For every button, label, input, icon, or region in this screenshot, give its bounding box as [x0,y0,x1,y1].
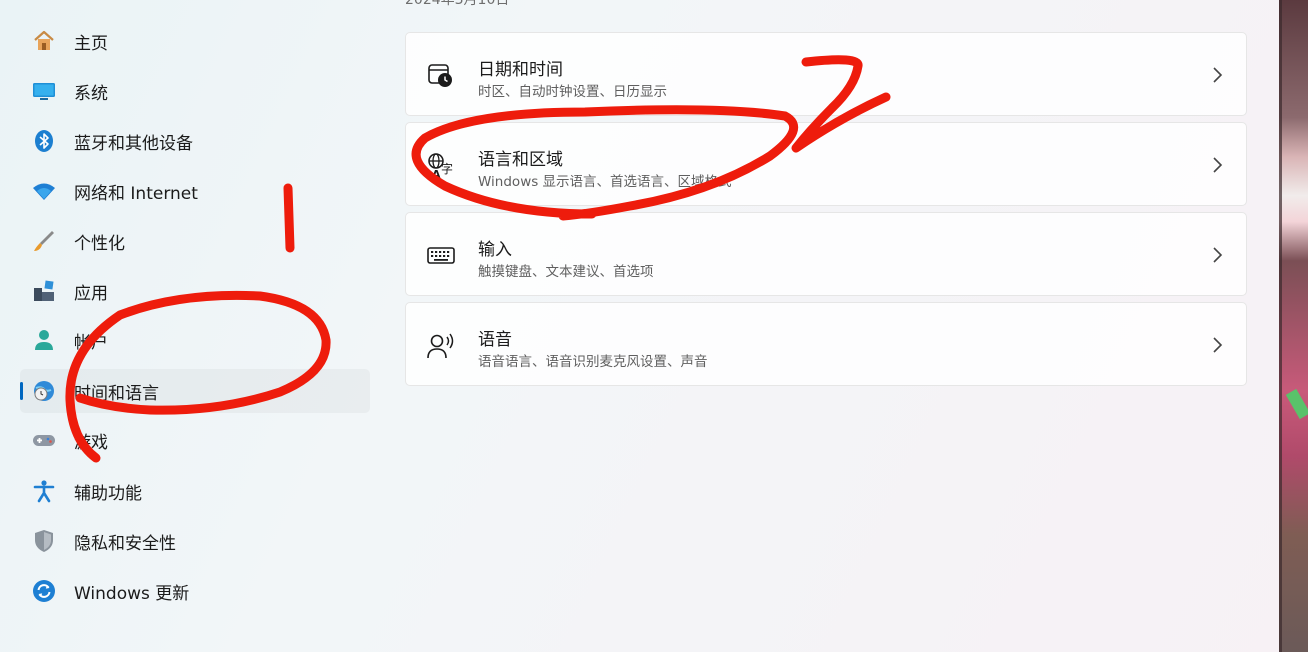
sidebar-item-label: Windows 更新 [74,583,190,604]
gamepad-icon [33,435,55,446]
svg-text:A: A [432,168,441,181]
sidebar-item-label: 辅助功能 [74,483,142,504]
sidebar-item-label: 隐私和安全性 [74,533,176,554]
card-subtitle: 时区、自动时钟设置、日历显示 [478,84,667,100]
sidebar-item-accessibility[interactable]: 辅助功能 [20,469,370,513]
sidebar-item-label: 主页 [74,33,108,54]
home-icon [34,30,54,50]
sidebar-item-accounts[interactable]: 帐户 [20,318,370,362]
date-text: 2024年3月10日 [405,0,510,8]
sidebar-item-bluetooth[interactable]: 蓝牙和其他设备 [20,119,370,163]
card-subtitle: Windows 显示语言、首选语言、区域格式 [478,174,732,190]
bluetooth-icon [35,130,53,152]
card-subtitle: 语音语言、语音识别麦克风设置、声音 [478,354,708,370]
sidebar-item-time-language[interactable]: 时间和语言 [20,369,370,413]
sidebar-item-network[interactable]: 网络和 Internet [20,169,370,213]
card-title: 日期和时间 [478,60,563,80]
brush-icon [34,231,54,251]
svg-text:字: 字 [441,161,453,176]
sidebar-item-personalization[interactable]: 个性化 [20,219,370,263]
account-icon [35,330,53,350]
sidebar-item-label: 时间和语言 [74,383,159,404]
card-title: 语言和区域 [478,150,563,170]
card-language-region[interactable]: A 字 语言和区域 Windows 显示语言、首选语言、区域格式 [405,122,1247,206]
sidebar-item-label: 应用 [74,283,108,304]
card-typing[interactable]: 输入 触摸键盘、文本建议、首选项 [405,212,1247,296]
sidebar-item-home[interactable]: 主页 [20,19,370,63]
chevron-right-icon [1213,67,1223,83]
language-icon: A 字 [428,153,453,181]
sidebar-item-apps[interactable]: 应用 [20,269,370,313]
sidebar-item-gaming[interactable]: 游戏 [20,418,370,462]
selection-indicator [20,382,23,400]
card-subtitle: 触摸键盘、文本建议、首选项 [478,264,654,280]
chevron-right-icon [1213,157,1223,173]
card-date-time[interactable]: 日期和时间 时区、自动时钟设置、日历显示 [405,32,1247,116]
card-title: 语音 [478,330,512,350]
sidebar-item-label: 系统 [74,83,108,104]
sidebar-item-label: 游戏 [74,432,108,453]
keyboard-icon [427,247,455,264]
chevron-right-icon [1213,337,1223,353]
card-speech[interactable]: 语音 语音语言、语音识别麦克风设置、声音 [405,302,1247,386]
sidebar-item-label: 蓝牙和其他设备 [74,133,193,154]
update-icon [33,580,55,602]
accessibility-icon [33,480,55,503]
sidebar-item-system[interactable]: 系统 [20,69,370,113]
card-title: 输入 [478,240,512,260]
wifi-icon [33,183,55,200]
shield-icon [35,530,53,552]
sidebar: 主页 系统 蓝牙和其他设备 网络和 Internet 个性化 应用 帐户 时间和… [0,0,380,652]
chevron-right-icon [1213,247,1223,263]
sidebar-item-windows-update[interactable]: Windows 更新 [20,569,370,613]
desktop-background-edge [1279,0,1308,652]
system-icon [33,83,55,100]
sidebar-item-label: 帐户 [74,332,108,353]
sidebar-item-label: 网络和 Internet [74,183,198,204]
sidebar-item-privacy[interactable]: 隐私和安全性 [20,519,370,563]
sidebar-item-label: 个性化 [74,233,125,254]
globe-clock-icon [34,381,54,401]
speech-icon [427,333,454,359]
calendar-clock-icon [428,64,452,87]
window-edge-shadow [1279,0,1282,652]
apps-icon [34,280,54,301]
